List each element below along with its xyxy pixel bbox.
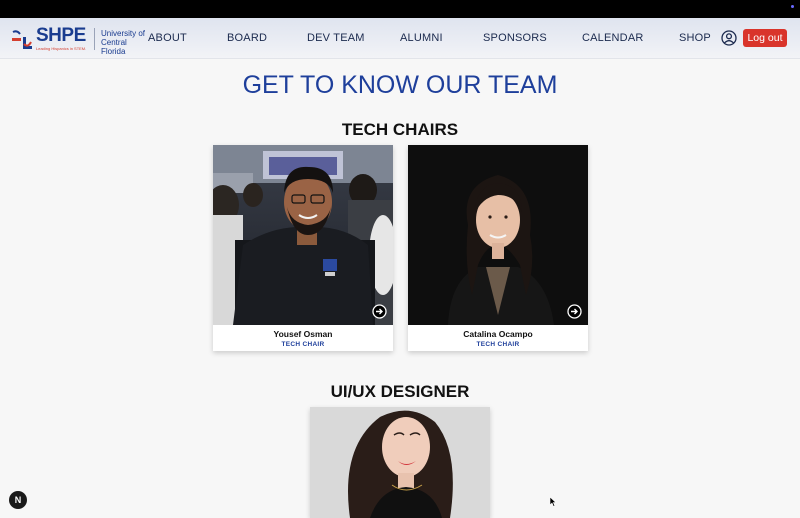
- university-name: University of Central Florida: [101, 29, 146, 56]
- navbar: SHPE Leading Hispanics in STEM. Universi…: [0, 18, 800, 59]
- dev-tools-badge[interactable]: N: [9, 491, 27, 509]
- mouse-cursor-icon: [550, 497, 557, 507]
- nav-sponsors[interactable]: SPONSORS: [483, 32, 547, 45]
- nav-dev-team[interactable]: DEV TEAM: [307, 32, 365, 45]
- shpe-logo-icon: [12, 29, 32, 49]
- member-photo: [310, 407, 490, 518]
- user-account-icon[interactable]: [721, 30, 737, 46]
- member-role: TECH CHAIR: [476, 341, 520, 348]
- member-name: Yousef Osman: [273, 329, 333, 339]
- page-title: GET TO KNOW OUR TEAM: [242, 71, 558, 99]
- member-photo: [213, 145, 393, 325]
- nav-shop[interactable]: SHOP: [679, 32, 711, 45]
- nav-alumni[interactable]: ALUMNI: [400, 32, 443, 45]
- logout-button[interactable]: Log out: [743, 29, 787, 47]
- indicator-dot: [791, 5, 794, 8]
- member-card[interactable]: Yousef Osman TECH CHAIR: [213, 145, 393, 351]
- arrow-right-circle-icon[interactable]: [372, 304, 387, 319]
- logo-divider: [94, 28, 95, 50]
- member-role: TECH CHAIR: [281, 341, 325, 348]
- nav-calendar[interactable]: CALENDAR: [582, 32, 644, 45]
- member-card[interactable]: Catalina Ocampo TECH CHAIR: [408, 145, 588, 351]
- section-title-tech-chairs: TECH CHAIRS: [341, 120, 459, 139]
- member-photo: [408, 145, 588, 325]
- nav-board[interactable]: BOARD: [227, 32, 267, 45]
- member-name: Catalina Ocampo: [463, 329, 533, 339]
- logo-tagline: Leading Hispanics in STEM.: [36, 46, 87, 51]
- section-title-ui-ux-designer: UI/UX DESIGNER: [330, 382, 470, 401]
- nav-about[interactable]: ABOUT: [148, 32, 187, 45]
- member-card[interactable]: [310, 407, 490, 518]
- browser-top-bar: [0, 0, 800, 18]
- arrow-right-circle-icon[interactable]: [567, 304, 582, 319]
- shpe-logo[interactable]: SHPE Leading Hispanics in STEM. Universi…: [10, 25, 145, 56]
- logo-wordmark: SHPE: [36, 25, 86, 46]
